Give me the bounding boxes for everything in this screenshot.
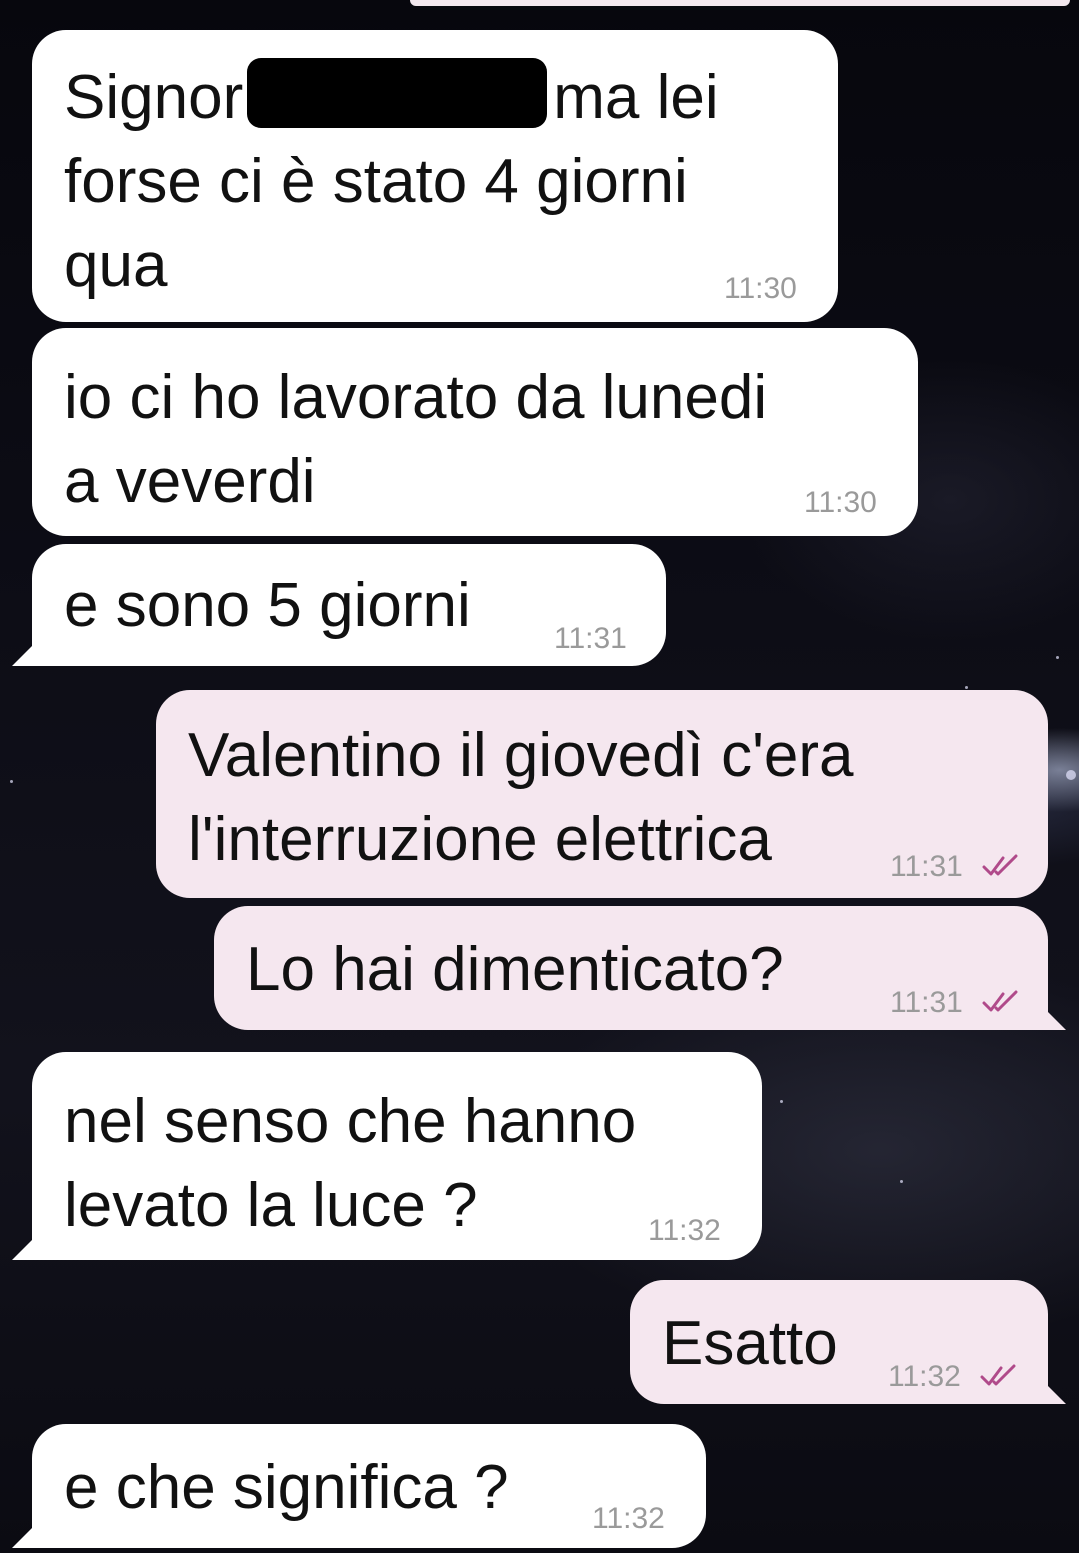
double-check-icon — [980, 1364, 1016, 1386]
wallpaper-light — [1066, 770, 1076, 780]
message-bubble-incoming[interactable]: io ci ho lavorato da lunedi a veverdi 11… — [32, 328, 918, 536]
message-bubble-incoming[interactable]: e che significa ? 11:32 — [32, 1424, 706, 1548]
redaction-block — [247, 58, 548, 128]
message-timestamp: 11:31 — [890, 850, 963, 883]
wallpaper-light — [965, 686, 968, 689]
message-bubble-outgoing[interactable]: Esatto 11:32 — [630, 1280, 1048, 1404]
double-check-icon — [982, 854, 1018, 876]
previous-message-edge — [410, 0, 1070, 6]
message-text: Signor ma lei forse ci è stato 4 giorni q… — [64, 56, 838, 308]
wallpaper-light — [10, 780, 13, 783]
message-timestamp: 11:32 — [888, 1360, 961, 1393]
double-check-icon — [982, 990, 1018, 1012]
message-timestamp: 11:30 — [724, 272, 797, 305]
message-timestamp: 11:32 — [592, 1502, 665, 1535]
wallpaper-light — [900, 1180, 903, 1183]
message-bubble-outgoing[interactable]: Valentino il giovedì c'era l'interruzion… — [156, 690, 1048, 898]
message-timestamp: 11:31 — [554, 622, 627, 655]
wallpaper-light — [1056, 656, 1059, 659]
message-bubble-outgoing[interactable]: Lo hai dimenticato? 11:31 — [214, 906, 1048, 1030]
wallpaper-light — [780, 1100, 783, 1103]
message-bubble-incoming[interactable]: Signor ma lei forse ci è stato 4 giorni q… — [32, 30, 838, 322]
message-text: io ci ho lavorato da lunedi a veverdi — [64, 363, 768, 516]
message-bubble-incoming[interactable]: nel senso che hanno levato la luce ? 11:… — [32, 1052, 762, 1260]
message-timestamp: 11:31 — [890, 986, 963, 1019]
message-bubble-incoming[interactable]: e sono 5 giorni 11:31 — [32, 544, 666, 666]
message-timestamp: 11:30 — [804, 486, 877, 519]
message-timestamp: 11:32 — [648, 1214, 721, 1247]
